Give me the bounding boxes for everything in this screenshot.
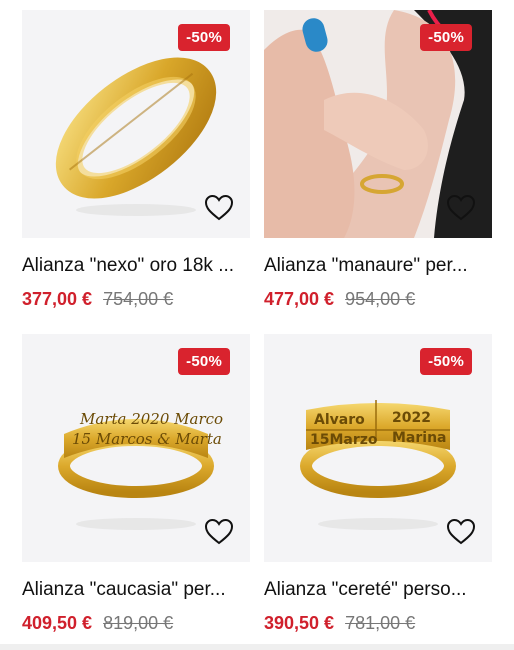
sale-price: 377,00 € <box>22 289 93 309</box>
engraving-name-1: Alvaro <box>314 412 365 428</box>
engraving-year: 2022 <box>392 410 431 426</box>
original-price: 954,00 € <box>345 289 416 309</box>
product-prices: 477,00 € 954,00 € <box>264 288 492 310</box>
product-image[interactable]: Marta 2020 Marco 15 Marcos & Marta -50% <box>22 334 250 562</box>
heart-outline-icon[interactable] <box>446 194 476 222</box>
sale-price: 409,50 € <box>22 613 93 633</box>
product-title[interactable]: Alianza "cereté" perso... <box>264 578 494 602</box>
product-card[interactable]: Marta 2020 Marco 15 Marcos & Marta -50% … <box>22 334 250 634</box>
discount-badge: -50% <box>420 348 472 375</box>
engraving-line-2: 15 Marcos & Marta <box>72 430 222 448</box>
product-grid: -50% Alianza "nexo" oro 18k ... 377,00 €… <box>0 0 514 650</box>
product-prices: 409,50 € 819,00 € <box>22 612 250 634</box>
heart-outline-icon[interactable] <box>204 194 234 222</box>
discount-badge: -50% <box>178 24 230 51</box>
product-title[interactable]: Alianza "caucasia" per... <box>22 578 252 602</box>
bottom-divider <box>0 644 514 650</box>
discount-badge: -50% <box>420 24 472 51</box>
product-title[interactable]: Alianza "nexo" oro 18k ... <box>22 254 252 278</box>
product-card[interactable]: Alvaro 2022 15Marzo Marina -50% Alianza … <box>264 334 492 634</box>
engraving-name-2: Marina <box>392 430 447 446</box>
product-card[interactable]: -50% Alianza "manaure" per... 477,00 € 9… <box>264 10 492 310</box>
discount-badge: -50% <box>178 348 230 375</box>
original-price: 781,00 € <box>345 613 416 633</box>
original-price: 819,00 € <box>103 613 174 633</box>
sale-price: 477,00 € <box>264 289 335 309</box>
product-title[interactable]: Alianza "manaure" per... <box>264 254 494 278</box>
engraving-line-1: Marta 2020 Marco <box>79 410 223 428</box>
product-image[interactable]: -50% <box>264 10 492 238</box>
product-image[interactable]: -50% <box>22 10 250 238</box>
product-prices: 377,00 € 754,00 € <box>22 288 250 310</box>
product-image[interactable]: Alvaro 2022 15Marzo Marina -50% <box>264 334 492 562</box>
engraving-date: 15Marzo <box>310 432 378 448</box>
sale-price: 390,50 € <box>264 613 335 633</box>
heart-outline-icon[interactable] <box>204 518 234 546</box>
product-card[interactable]: -50% Alianza "nexo" oro 18k ... 377,00 €… <box>22 10 250 310</box>
original-price: 754,00 € <box>103 289 174 309</box>
product-prices: 390,50 € 781,00 € <box>264 612 492 634</box>
heart-outline-icon[interactable] <box>446 518 476 546</box>
